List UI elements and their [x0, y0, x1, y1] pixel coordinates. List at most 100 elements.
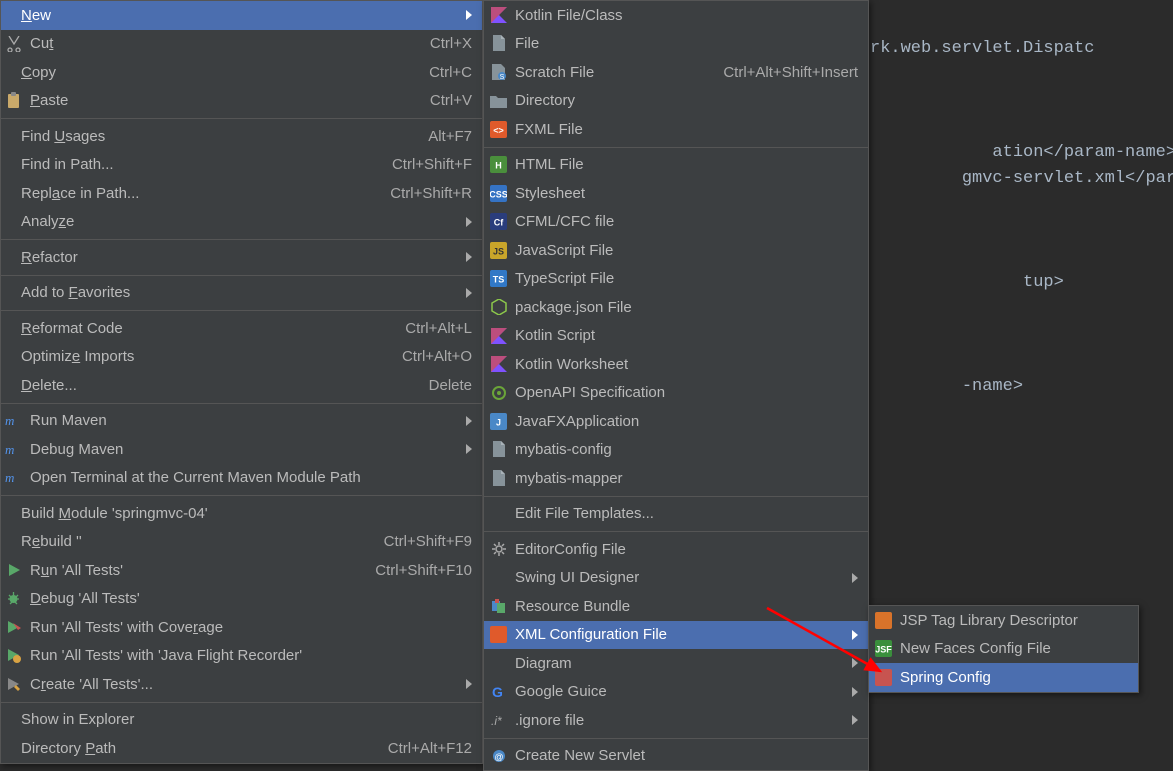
- context-menu-item[interactable]: CutCtrl+X: [1, 30, 482, 59]
- context-menu-item[interactable]: Create 'All Tests'...: [1, 670, 482, 699]
- new-submenu-item[interactable]: @Create New Servlet: [484, 742, 868, 771]
- context-menu-item[interactable]: mRun Maven: [1, 407, 482, 436]
- menu-item-label: Run 'All Tests': [30, 562, 363, 579]
- new-submenu-item[interactable]: GGoogle Guice: [484, 678, 868, 707]
- new-submenu-item[interactable]: Edit File Templates...: [484, 500, 868, 529]
- submenu-arrow-icon: [466, 444, 472, 454]
- new-submenu-item[interactable]: HHTML File: [484, 151, 868, 180]
- context-menu-item[interactable]: Replace in Path...Ctrl+Shift+R: [1, 179, 482, 208]
- new-submenu-item[interactable]: XML Configuration File: [484, 621, 868, 650]
- menu-item-label: New Faces Config File: [900, 640, 1128, 657]
- jsp-icon: [873, 611, 894, 629]
- context-menu-item[interactable]: Delete...Delete: [1, 371, 482, 400]
- new-submenu-item[interactable]: Swing UI Designer: [484, 564, 868, 593]
- xml-config-submenu[interactable]: JSP Tag Library DescriptorJSFNew Faces C…: [868, 605, 1139, 693]
- context-menu-item[interactable]: Analyze: [1, 208, 482, 237]
- context-menu-item[interactable]: Debug 'All Tests': [1, 585, 482, 614]
- context-menu-item[interactable]: PasteCtrl+V: [1, 87, 482, 116]
- context-menu-item[interactable]: Add to Favorites: [1, 279, 482, 308]
- context-menu-item[interactable]: Optimize ImportsCtrl+Alt+O: [1, 343, 482, 372]
- separator: [1, 239, 482, 240]
- separator: [484, 496, 868, 497]
- menu-item-label: Scratch File: [515, 64, 711, 81]
- xml-submenu-item[interactable]: JSFNew Faces Config File: [869, 635, 1138, 664]
- new-submenu-item[interactable]: Resource Bundle: [484, 592, 868, 621]
- context-menu-item[interactable]: mOpen Terminal at the Current Maven Modu…: [1, 464, 482, 493]
- new-submenu-item[interactable]: SScratch FileCtrl+Alt+Shift+Insert: [484, 58, 868, 87]
- submenu-arrow-icon: [852, 658, 858, 668]
- svg-text:JS: JS: [493, 246, 504, 256]
- xml-submenu-item[interactable]: Spring Config: [869, 663, 1138, 692]
- shortcut-label: Ctrl+Alt+F12: [376, 740, 472, 757]
- context-menu-item[interactable]: Reformat CodeCtrl+Alt+L: [1, 314, 482, 343]
- context-menu-item[interactable]: Build Module 'springmvc-04': [1, 499, 482, 528]
- context-menu-item[interactable]: Rebuild ''Ctrl+Shift+F9: [1, 528, 482, 557]
- svg-text:m: m: [5, 470, 14, 485]
- menu-item-label: New: [21, 7, 466, 24]
- menu-item-label: EditorConfig File: [515, 541, 858, 558]
- svg-text:m: m: [5, 413, 14, 428]
- serv-icon: @: [488, 747, 509, 765]
- new-submenu-item[interactable]: CfCFML/CFC file: [484, 208, 868, 237]
- xml-submenu-item[interactable]: JSP Tag Library Descriptor: [869, 606, 1138, 635]
- new-submenu-item[interactable]: JSJavaScript File: [484, 236, 868, 265]
- context-menu-item[interactable]: Directory PathCtrl+Alt+F12: [1, 734, 482, 763]
- separator: [484, 531, 868, 532]
- separator: [1, 118, 482, 119]
- separator: [1, 495, 482, 496]
- menu-item-label: XML Configuration File: [515, 626, 852, 643]
- maven-icon: m: [3, 412, 24, 430]
- file-icon: [488, 469, 509, 487]
- context-menu-item[interactable]: Run 'All Tests' with Coverage: [1, 613, 482, 642]
- separator: [484, 738, 868, 739]
- file-icon: [488, 441, 509, 459]
- new-submenu[interactable]: Kotlin File/ClassFileSScratch FileCtrl+A…: [483, 0, 869, 771]
- debug-icon: [3, 590, 24, 608]
- new-submenu-item[interactable]: JJavaFXApplication: [484, 407, 868, 436]
- submenu-arrow-icon: [466, 679, 472, 689]
- new-submenu-item[interactable]: TSTypeScript File: [484, 265, 868, 294]
- edit-icon: [3, 675, 24, 693]
- new-submenu-item[interactable]: Kotlin Script: [484, 322, 868, 351]
- context-menu-item[interactable]: New: [1, 1, 482, 30]
- svg-text:G: G: [492, 684, 503, 700]
- menu-item-label: Debug 'All Tests': [30, 590, 472, 607]
- context-menu-item[interactable]: mDebug Maven: [1, 435, 482, 464]
- new-submenu-item[interactable]: Kotlin File/Class: [484, 1, 868, 30]
- context-menu-item[interactable]: Run 'All Tests'Ctrl+Shift+F10: [1, 556, 482, 585]
- new-submenu-item[interactable]: Directory: [484, 87, 868, 116]
- gear-icon: [488, 540, 509, 558]
- shortcut-label: Ctrl+Shift+F: [380, 156, 472, 173]
- context-menu-item[interactable]: CopyCtrl+C: [1, 58, 482, 87]
- ignore-icon: .i*: [488, 711, 509, 729]
- menu-item-label: Add to Favorites: [21, 284, 466, 301]
- context-menu-item[interactable]: Find UsagesAlt+F7: [1, 122, 482, 151]
- context-menu-item[interactable]: Find in Path...Ctrl+Shift+F: [1, 151, 482, 180]
- context-menu-item[interactable]: Run 'All Tests' with 'Java Flight Record…: [1, 642, 482, 671]
- svg-text:TS: TS: [493, 275, 505, 285]
- context-menu-item[interactable]: Refactor: [1, 243, 482, 272]
- context-menu-item[interactable]: Show in Explorer: [1, 706, 482, 735]
- new-submenu-item[interactable]: <>FXML File: [484, 115, 868, 144]
- new-submenu-item[interactable]: mybatis-mapper: [484, 464, 868, 493]
- new-submenu-item[interactable]: mybatis-config: [484, 436, 868, 465]
- new-submenu-item[interactable]: OpenAPI Specification: [484, 379, 868, 408]
- new-submenu-item[interactable]: CSSStylesheet: [484, 179, 868, 208]
- new-submenu-item[interactable]: Kotlin Worksheet: [484, 350, 868, 379]
- new-submenu-item[interactable]: package.json File: [484, 293, 868, 322]
- new-submenu-item[interactable]: Diagram: [484, 649, 868, 678]
- context-menu[interactable]: New CutCtrl+XCopyCtrl+CPasteCtrl+V Find Us…: [0, 0, 483, 764]
- shortcut-label: Ctrl+Alt+O: [390, 348, 472, 365]
- separator: [1, 403, 482, 404]
- new-submenu-item[interactable]: .i*.ignore file: [484, 706, 868, 735]
- code-line: tup>: [1023, 273, 1064, 292]
- shortcut-label: Alt+F7: [416, 128, 472, 145]
- menu-item-label: Swing UI Designer: [515, 569, 852, 586]
- html-icon: H: [488, 156, 509, 174]
- new-submenu-item[interactable]: EditorConfig File: [484, 535, 868, 564]
- scratch-icon: S: [488, 63, 509, 81]
- kotlin-icon: [488, 6, 509, 24]
- menu-item-label: mybatis-config: [515, 441, 858, 458]
- new-submenu-item[interactable]: File: [484, 30, 868, 59]
- menu-item-label: Analyze: [21, 213, 466, 230]
